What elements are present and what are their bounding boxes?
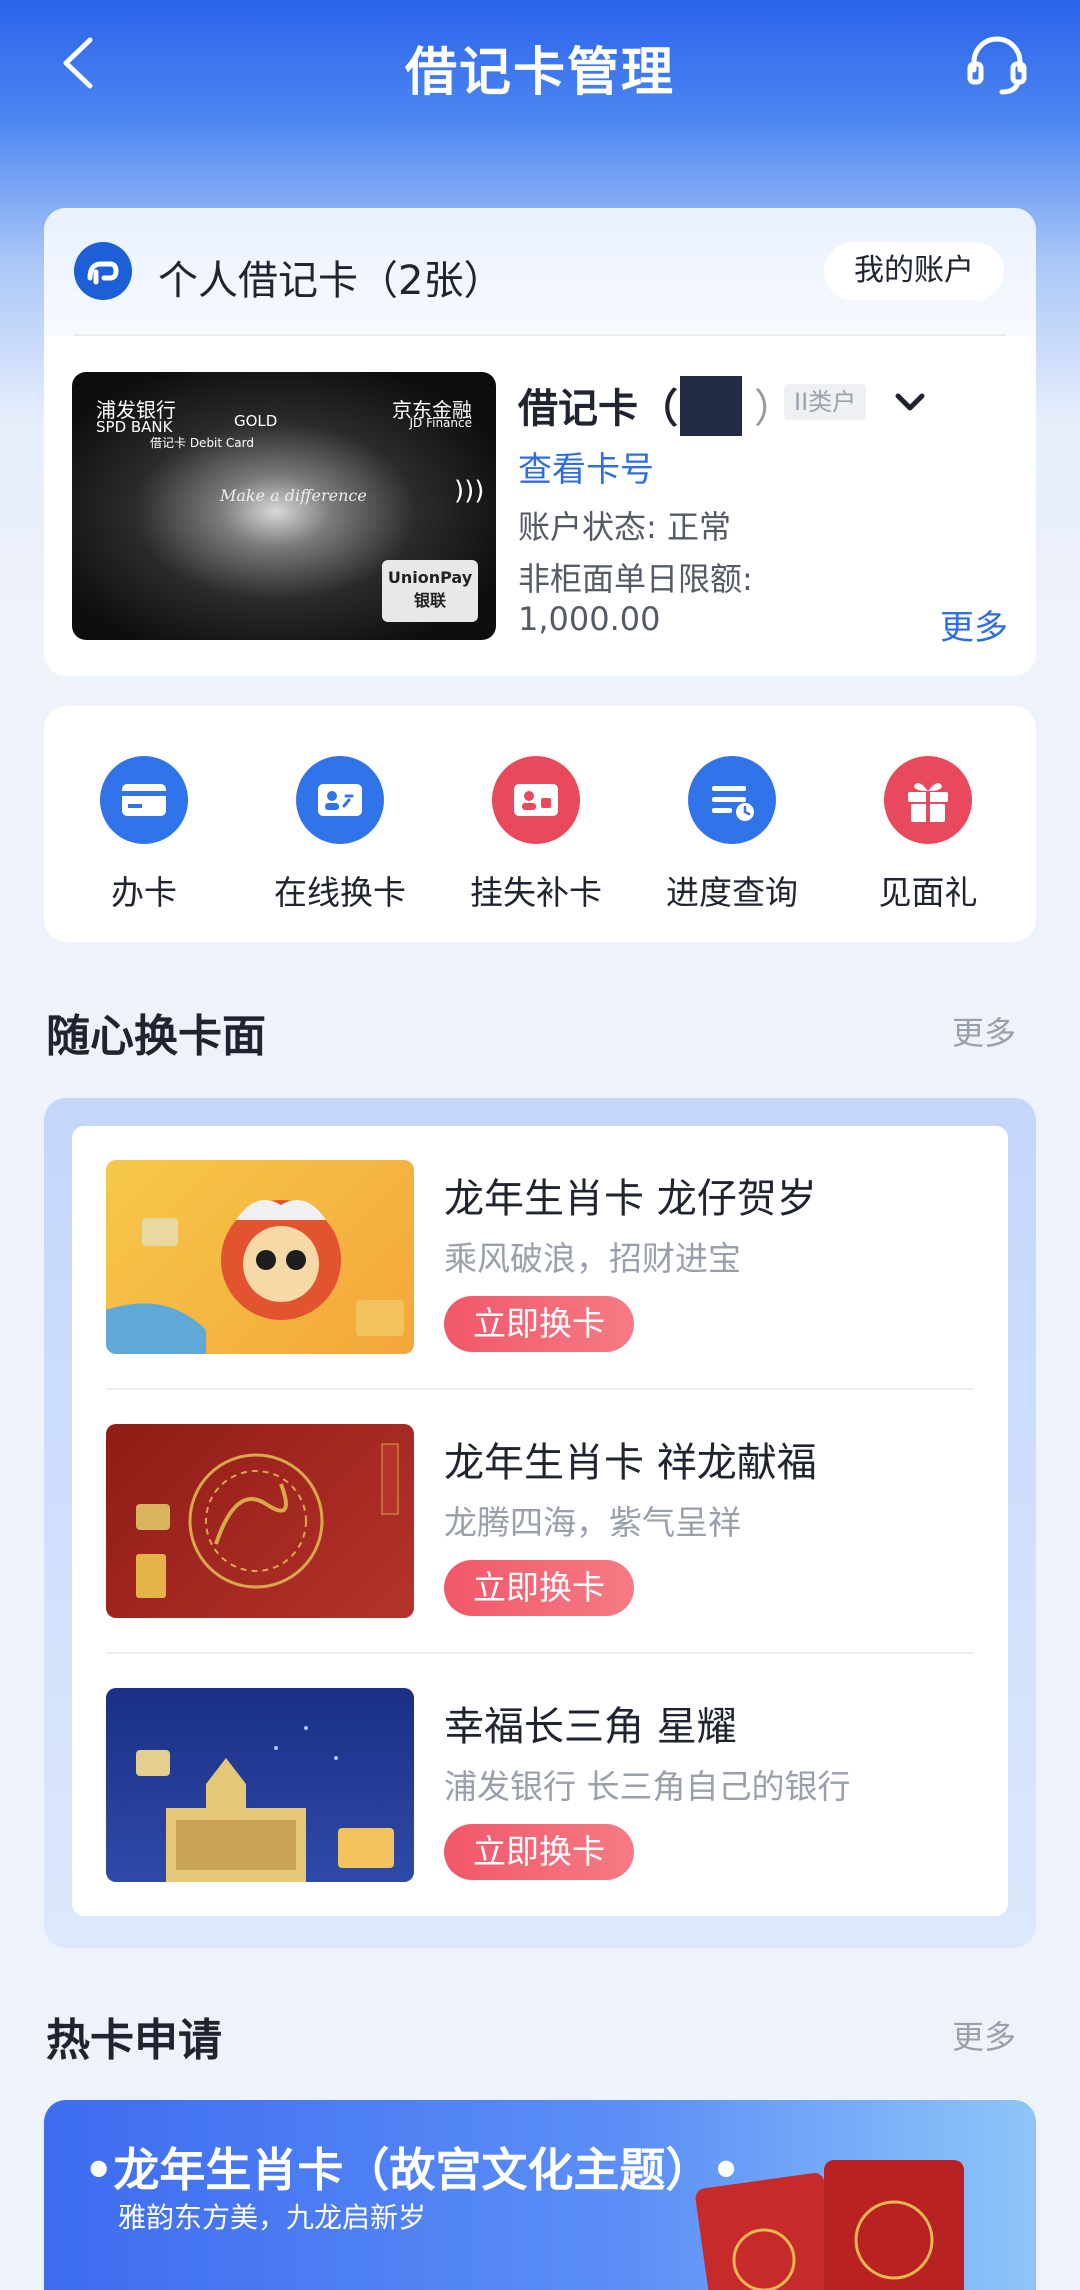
debit-card-image[interactable]: 浦发银行 SPD BANK GOLD 借记卡 Debit Card 京东金融 J… <box>72 372 496 640</box>
card-face-subtitle: 浦发银行 长三角自己的银行 <box>444 1767 851 1806</box>
dragon-kid-card-image <box>106 1160 414 1354</box>
spd-bank-logo <box>74 242 132 300</box>
card-partner-en: JD Finance <box>409 416 472 430</box>
action-report-loss[interactable]: 挂失补卡 <box>438 756 634 914</box>
action-online-replace[interactable]: 在线换卡 <box>242 756 438 914</box>
switch-card-button[interactable]: 立即换卡 <box>444 1824 634 1880</box>
card-face-title: 幸福长三角 星耀 <box>444 1704 737 1750</box>
card-face-subtitle: 龙腾四海，紫气呈祥 <box>444 1503 741 1542</box>
action-welcome-gift[interactable]: 见面礼 <box>830 756 1026 914</box>
page-title: 借记卡管理 <box>404 43 675 103</box>
action-label: 办卡 <box>111 873 177 912</box>
card-switch-button[interactable] <box>890 384 930 420</box>
card-face-section-title: 随心换卡面 <box>46 1011 266 1062</box>
card-face-title: 龙年生肖卡 龙仔贺岁 <box>444 1176 817 1222</box>
divider <box>74 334 1006 336</box>
contactless-icon: ))) <box>454 476 485 506</box>
switch-card-button[interactable]: 立即换卡 <box>444 1560 634 1616</box>
account-summary-card: 个人借记卡（2张） 我的账户 浦发银行 SPD BANK GOLD 借记卡 De… <box>44 208 1036 676</box>
card-swap-icon <box>296 756 384 844</box>
banner-subtitle: 雅韵东方美，九龙启新岁 <box>118 2201 427 2234</box>
card-lock-icon <box>492 756 580 844</box>
hot-card-banner[interactable]: •龙年生肖卡（故宫文化主题）• 雅韵东方美，九龙启新岁 <box>44 2100 1036 2290</box>
switch-card-button[interactable]: 立即换卡 <box>444 1296 634 1352</box>
daily-limit-value: 1,000.00 <box>518 600 661 638</box>
gift-icon <box>884 756 972 844</box>
view-card-number-link[interactable]: 查看卡号 <box>518 442 654 491</box>
card-face-subtitle: 乘风破浪，招财进宝 <box>444 1239 741 1278</box>
account-status: 账户状态: 正常 <box>518 508 731 546</box>
account-more-link[interactable]: 更多 <box>940 600 1008 649</box>
customer-service-button[interactable] <box>962 30 1032 100</box>
card-face-title: 龙年生肖卡 祥龙献福 <box>444 1440 817 1486</box>
auspicious-dragon-card-image <box>106 1424 414 1618</box>
my-account-button[interactable]: 我的账户 <box>824 242 1004 300</box>
progress-list-icon <box>688 756 776 844</box>
hot-cards-section-title: 热卡申请 <box>46 2015 222 2066</box>
card-face-list: 龙年生肖卡 龙仔贺岁 乘风破浪，招财进宝 立即换卡 龙年生肖卡 祥龙献福 龙腾四… <box>72 1126 1008 1916</box>
card-type-text: 借记卡 Debit Card <box>150 436 254 450</box>
yangtze-delta-card-image <box>106 1688 414 1882</box>
quick-actions-panel: 办卡 在线换卡 挂失补卡 进度查询 见面礼 <box>44 706 1036 942</box>
action-label: 在线换卡 <box>274 873 406 912</box>
list-item[interactable]: 龙年生肖卡 祥龙献福 龙腾四海，紫气呈祥 立即换卡 <box>72 1390 1008 1654</box>
card-face-more-link[interactable]: 更多 <box>952 1008 1016 1054</box>
list-item[interactable]: 幸福长三角 星耀 浦发银行 长三角自己的银行 立即换卡 <box>72 1654 1008 1918</box>
chevron-down-icon <box>895 393 925 411</box>
card-name: 借记卡（ <box>518 386 678 432</box>
unionpay-logo: UnionPay 银联 <box>382 560 478 622</box>
daily-limit-label: 非柜面单日限额: <box>518 560 753 598</box>
headset-icon <box>967 36 1027 95</box>
list-item[interactable]: 龙年生肖卡 龙仔贺岁 乘风破浪，招财进宝 立即换卡 <box>72 1126 1008 1390</box>
card-slogan: Make a difference <box>220 486 367 505</box>
action-apply-card[interactable]: 办卡 <box>46 756 242 914</box>
banner-card-illustration <box>695 2160 964 2290</box>
action-label: 见面礼 <box>878 873 978 912</box>
hot-cards-more-link[interactable]: 更多 <box>952 2012 1016 2058</box>
action-label: 挂失补卡 <box>470 873 602 912</box>
card-icon <box>100 756 188 844</box>
action-label: 进度查询 <box>666 873 798 912</box>
action-progress-query[interactable]: 进度查询 <box>634 756 830 914</box>
banner-title: •龙年生肖卡（故宫文化主题）• <box>84 2143 741 2197</box>
top-nav-bar: 借记卡管理 <box>0 0 1080 130</box>
card-number-mask <box>680 376 742 436</box>
card-tier: GOLD <box>234 412 278 430</box>
account-class-badge: II类户 <box>784 384 867 420</box>
account-type-title: 个人借记卡（2张） <box>158 258 504 304</box>
